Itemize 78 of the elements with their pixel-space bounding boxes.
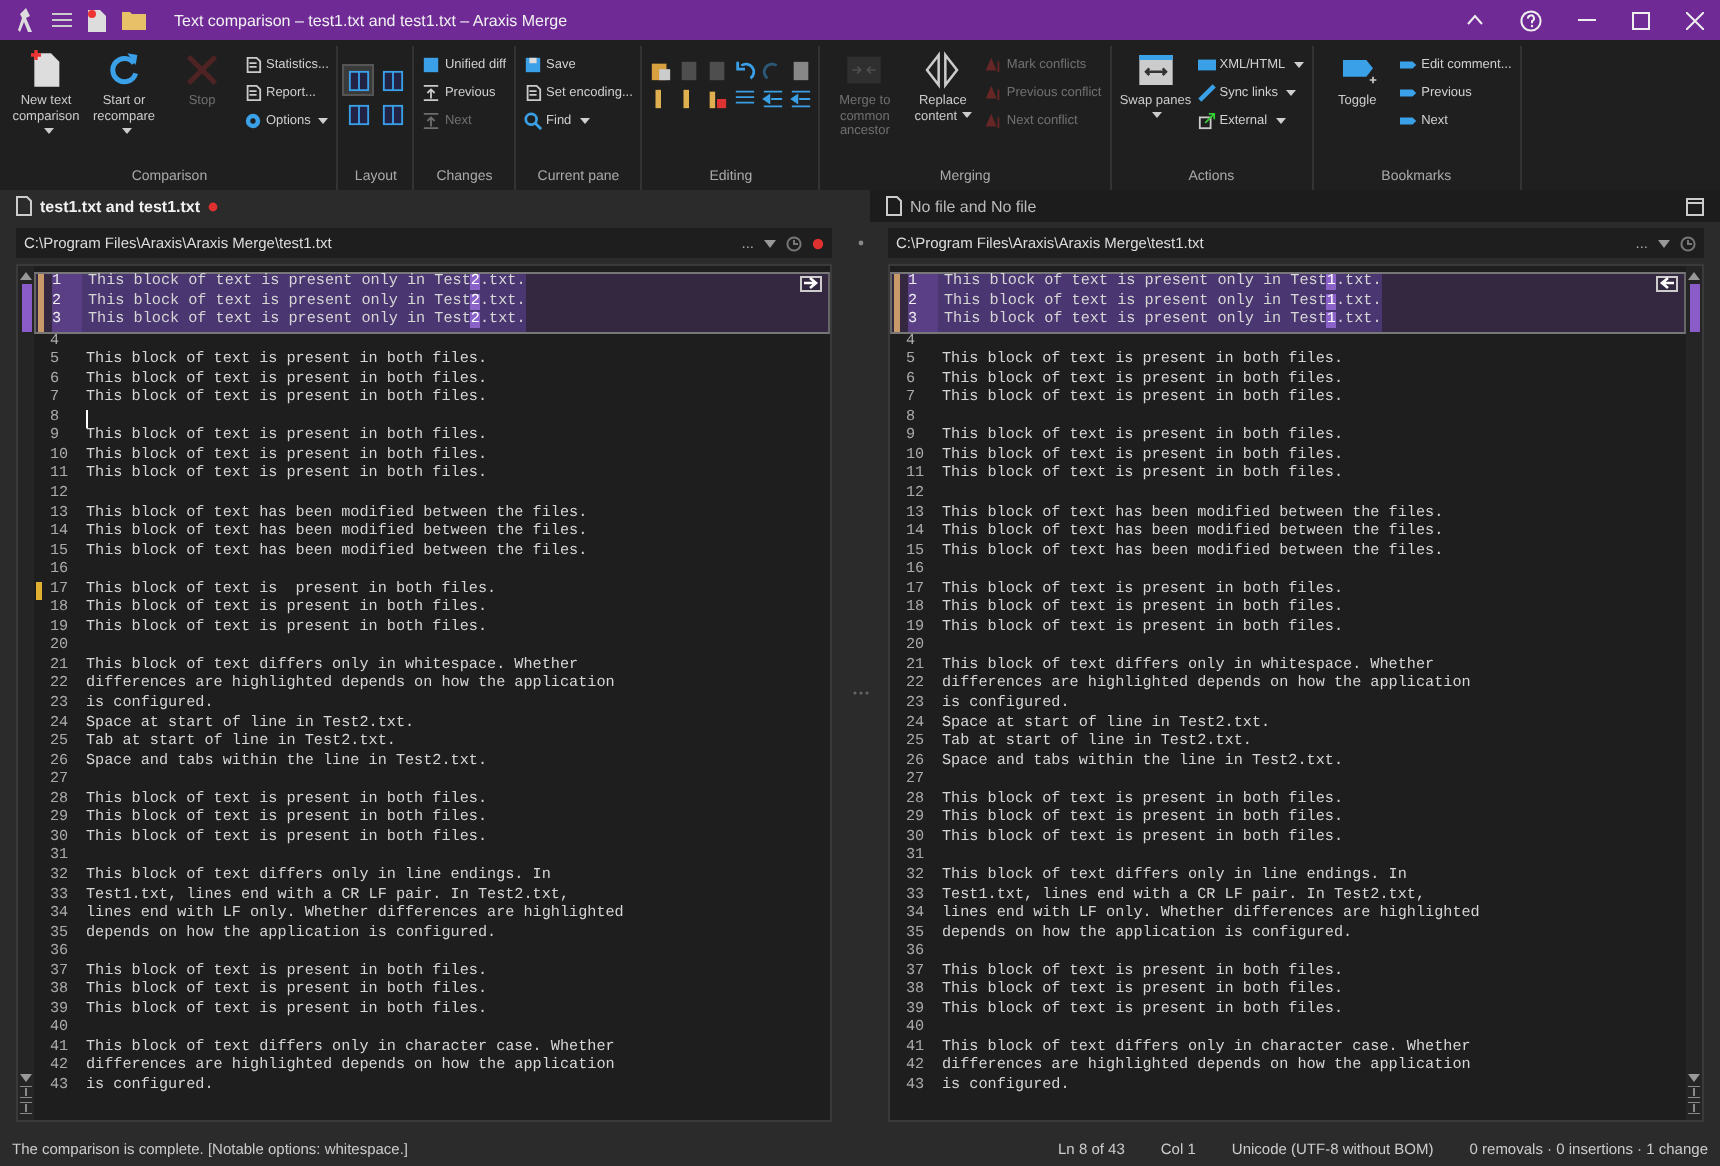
window-icon[interactable]	[1686, 197, 1704, 215]
scroll-up-icon[interactable]	[1688, 272, 1700, 280]
caret-icon	[1293, 61, 1304, 67]
document-tab[interactable]: No file and No file	[870, 190, 1720, 222]
history-icon[interactable]	[1680, 235, 1696, 251]
next-change-icon[interactable]	[20, 1086, 32, 1098]
scroll-down-icon[interactable]	[20, 1074, 32, 1082]
caret-icon	[1152, 112, 1163, 119]
help-icon[interactable]	[1520, 9, 1542, 31]
external-icon	[1197, 111, 1216, 129]
scroll-down-icon[interactable]	[1688, 1074, 1700, 1082]
layout-icon	[347, 69, 370, 91]
paste-icon	[649, 59, 672, 81]
dropdown-icon[interactable]	[764, 239, 776, 247]
down-arrow-icon	[422, 111, 441, 129]
list-button[interactable]	[732, 86, 757, 110]
settings-icon	[244, 111, 262, 129]
dot-icon	[857, 240, 863, 246]
menu-icon[interactable]	[52, 12, 72, 28]
list-icon	[244, 55, 262, 73]
link-icon	[1197, 83, 1216, 101]
warning-icon	[984, 111, 1003, 129]
undo-button[interactable]	[732, 58, 757, 82]
new-document-icon[interactable]	[88, 9, 106, 31]
warning-icon	[984, 83, 1003, 101]
arrow-icon	[802, 276, 820, 291]
caret-icon	[1286, 89, 1296, 95]
dropdown-icon[interactable]	[1658, 239, 1670, 247]
indent-icon	[789, 87, 812, 109]
modified-dot-icon	[812, 237, 824, 249]
window-title: Text comparison – test1.txt and test1.txt – Araxis Merge	[174, 11, 568, 29]
swap-icon	[1135, 50, 1176, 90]
indent-button[interactable]	[788, 86, 813, 110]
collapse-ribbon-icon[interactable]	[1466, 14, 1484, 26]
chart-button[interactable]	[704, 86, 729, 110]
layout-button[interactable]	[344, 66, 373, 94]
caret-icon	[579, 117, 590, 123]
layout-button[interactable]	[344, 100, 373, 128]
caret-icon	[1275, 117, 1286, 123]
folder-icon[interactable]	[122, 10, 146, 30]
save-icon	[524, 55, 543, 73]
copy-right-button[interactable]	[800, 275, 822, 292]
layout-icon	[381, 69, 404, 91]
caret-icon	[318, 117, 329, 123]
maximize-icon[interactable]	[1632, 11, 1650, 29]
app-logo-icon[interactable]	[16, 8, 36, 32]
indent-button[interactable]	[760, 86, 785, 110]
caret-icon	[43, 127, 53, 134]
last-change-icon[interactable]	[20, 1102, 32, 1114]
arrow-icon	[1658, 276, 1676, 291]
paste-button[interactable]	[648, 58, 673, 82]
close-icon[interactable]	[1686, 11, 1704, 29]
layout-button[interactable]	[378, 66, 407, 94]
warning-icon	[984, 55, 1003, 73]
indent-icon	[761, 87, 784, 109]
layout-icon	[381, 103, 404, 125]
layout-button[interactable]	[378, 100, 407, 128]
scroll-up-icon[interactable]	[20, 272, 32, 280]
caret-icon	[121, 127, 131, 134]
search-icon	[524, 111, 543, 129]
square-icon	[422, 55, 441, 73]
history-icon[interactable]	[786, 235, 802, 251]
refresh-icon	[104, 50, 144, 90]
caret-icon	[961, 112, 972, 119]
undo-icon	[733, 59, 756, 81]
layout-icon	[347, 103, 370, 125]
list-icon	[733, 87, 756, 109]
minimize-icon[interactable]	[1578, 18, 1596, 22]
next-change-icon[interactable]	[1688, 1086, 1700, 1098]
last-change-icon[interactable]	[1688, 1102, 1700, 1114]
scrollbar-thumb[interactable]	[21, 284, 31, 332]
chart-icon	[705, 87, 728, 109]
scrollbar-thumb[interactable]	[1689, 284, 1699, 332]
cross-icon	[182, 50, 222, 90]
split-arrows-icon	[922, 50, 963, 90]
modified-dot-icon	[208, 201, 219, 211]
up-arrow-icon	[422, 83, 441, 101]
copy-left-button[interactable]	[1656, 275, 1678, 292]
